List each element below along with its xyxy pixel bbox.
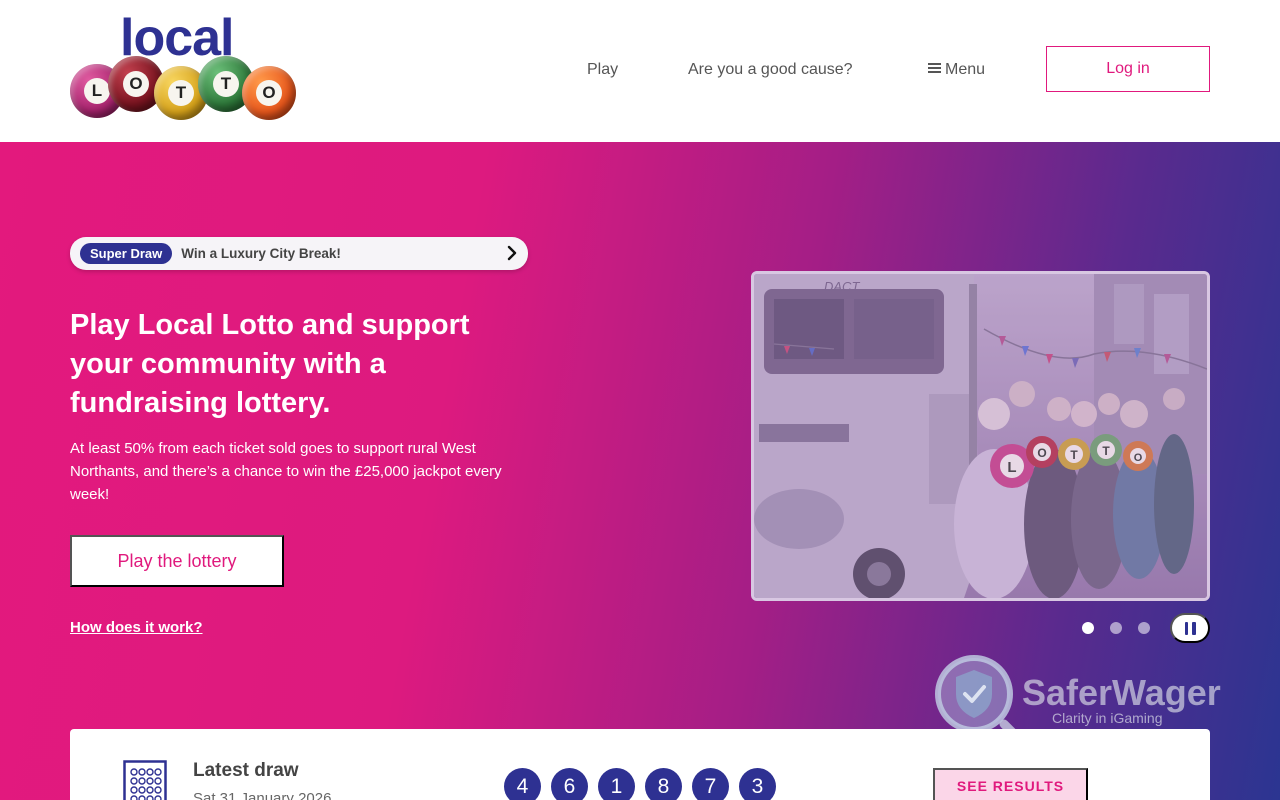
see-results-button[interactable]: SEE RESULTS — [933, 768, 1088, 800]
watermark-tagline: Clarity in iGaming — [1052, 710, 1163, 726]
chevron-right-icon — [507, 245, 517, 261]
draw-number-ball: 7 — [692, 768, 729, 800]
draw-number-ball: 4 — [504, 768, 541, 800]
draw-number-ball: 3 — [739, 768, 776, 800]
local-lotto-logo[interactable]: local L O T T O — [70, 9, 300, 127]
pause-icon — [1184, 621, 1188, 635]
super-draw-promo[interactable]: Super Draw Win a Luxury City Break! — [70, 237, 528, 270]
carousel-dot-2[interactable] — [1110, 622, 1122, 634]
community-photo: L O T T O DACT — [754, 274, 1207, 598]
draw-number-ball: 6 — [551, 768, 588, 800]
draw-number-ball: 8 — [645, 768, 682, 800]
how-does-it-work-link[interactable]: How does it work? — [70, 619, 203, 636]
hero-title: Play Local Lotto and support your commun… — [70, 309, 470, 419]
hamburger-icon — [928, 61, 941, 75]
latest-draw-card: Latest draw Sat 31 January 2026 4 6 1 8 … — [70, 729, 1210, 800]
watermark-brand: SaferWager — [1022, 672, 1221, 713]
promo-text: Win a Luxury City Break! — [181, 246, 341, 261]
promo-badge: Super Draw — [80, 243, 173, 264]
carousel-dot-3[interactable] — [1138, 622, 1150, 634]
site-header: local L O T T O Play Are you a good caus… — [0, 0, 1280, 142]
carousel-dot-1[interactable] — [1082, 622, 1094, 634]
nav-menu-label: Menu — [945, 61, 986, 78]
nav-good-cause-link[interactable]: Are you a good cause? — [688, 61, 853, 79]
latest-draw-date: Sat 31 January 2026 — [193, 790, 332, 800]
draw-number-ball: 1 — [598, 768, 635, 800]
carousel-slide-image: L O T T O DACT — [751, 271, 1210, 601]
nav-menu-button[interactable]: Menu — [928, 61, 985, 79]
nav-play-link[interactable]: Play — [587, 61, 618, 79]
carousel-pause-button[interactable] — [1170, 613, 1210, 643]
logo-ball-o2: O — [242, 66, 296, 120]
login-button[interactable]: Log in — [1046, 46, 1210, 92]
latest-draw-title: Latest draw — [193, 760, 299, 781]
draw-grid-icon — [123, 760, 167, 800]
hero-section: Super Draw Win a Luxury City Break! Play… — [0, 142, 1280, 800]
hero-description: At least 50% from each ticket sold goes … — [70, 440, 502, 503]
play-lottery-button[interactable]: Play the lottery — [70, 535, 284, 587]
